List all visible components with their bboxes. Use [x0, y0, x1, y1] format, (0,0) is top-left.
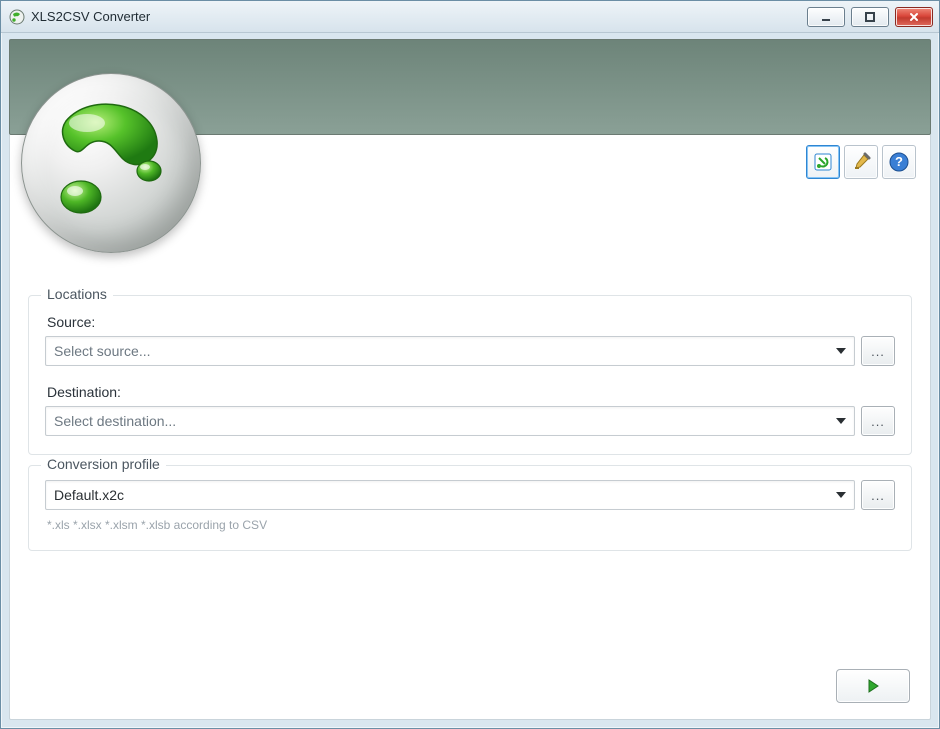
app-icon	[9, 9, 25, 25]
title-bar: XLS2CSV Converter	[1, 1, 939, 33]
source-placeholder: Select source...	[54, 343, 828, 359]
window-controls	[807, 7, 933, 27]
options-button[interactable]	[844, 145, 878, 179]
application-window: XLS2CSV Converter	[0, 0, 940, 729]
profile-combobox[interactable]: Default.x2c	[45, 480, 855, 510]
source-browse-button[interactable]: ...	[861, 336, 895, 366]
window-title: XLS2CSV Converter	[31, 9, 150, 24]
conversion-settings-button[interactable]	[806, 145, 840, 179]
help-button[interactable]: ?	[882, 145, 916, 179]
app-logo	[21, 73, 201, 253]
chevron-down-icon	[836, 348, 846, 354]
source-combobox[interactable]: Select source...	[45, 336, 855, 366]
locations-group: Locations Source: Select source... ... D…	[28, 295, 912, 455]
profile-value: Default.x2c	[54, 487, 828, 503]
destination-combobox[interactable]: Select destination...	[45, 406, 855, 436]
run-button[interactable]	[836, 669, 910, 703]
chevron-down-icon	[836, 492, 846, 498]
close-button[interactable]	[895, 7, 933, 27]
svg-text:?: ?	[895, 154, 903, 169]
maximize-button[interactable]	[851, 7, 889, 27]
profile-legend: Conversion profile	[41, 456, 166, 472]
profile-browse-button[interactable]: ...	[861, 480, 895, 510]
footer	[24, 659, 916, 707]
profile-group: Conversion profile Default.x2c ... *.xls…	[28, 465, 912, 551]
destination-browse-button[interactable]: ...	[861, 406, 895, 436]
destination-placeholder: Select destination...	[54, 413, 828, 429]
destination-label: Destination:	[47, 384, 895, 400]
chevron-down-icon	[836, 418, 846, 424]
profile-hint: *.xls *.xlsx *.xlsm *.xlsb according to …	[47, 518, 893, 532]
source-label: Source:	[47, 314, 895, 330]
locations-legend: Locations	[41, 286, 113, 302]
minimize-button[interactable]	[807, 7, 845, 27]
